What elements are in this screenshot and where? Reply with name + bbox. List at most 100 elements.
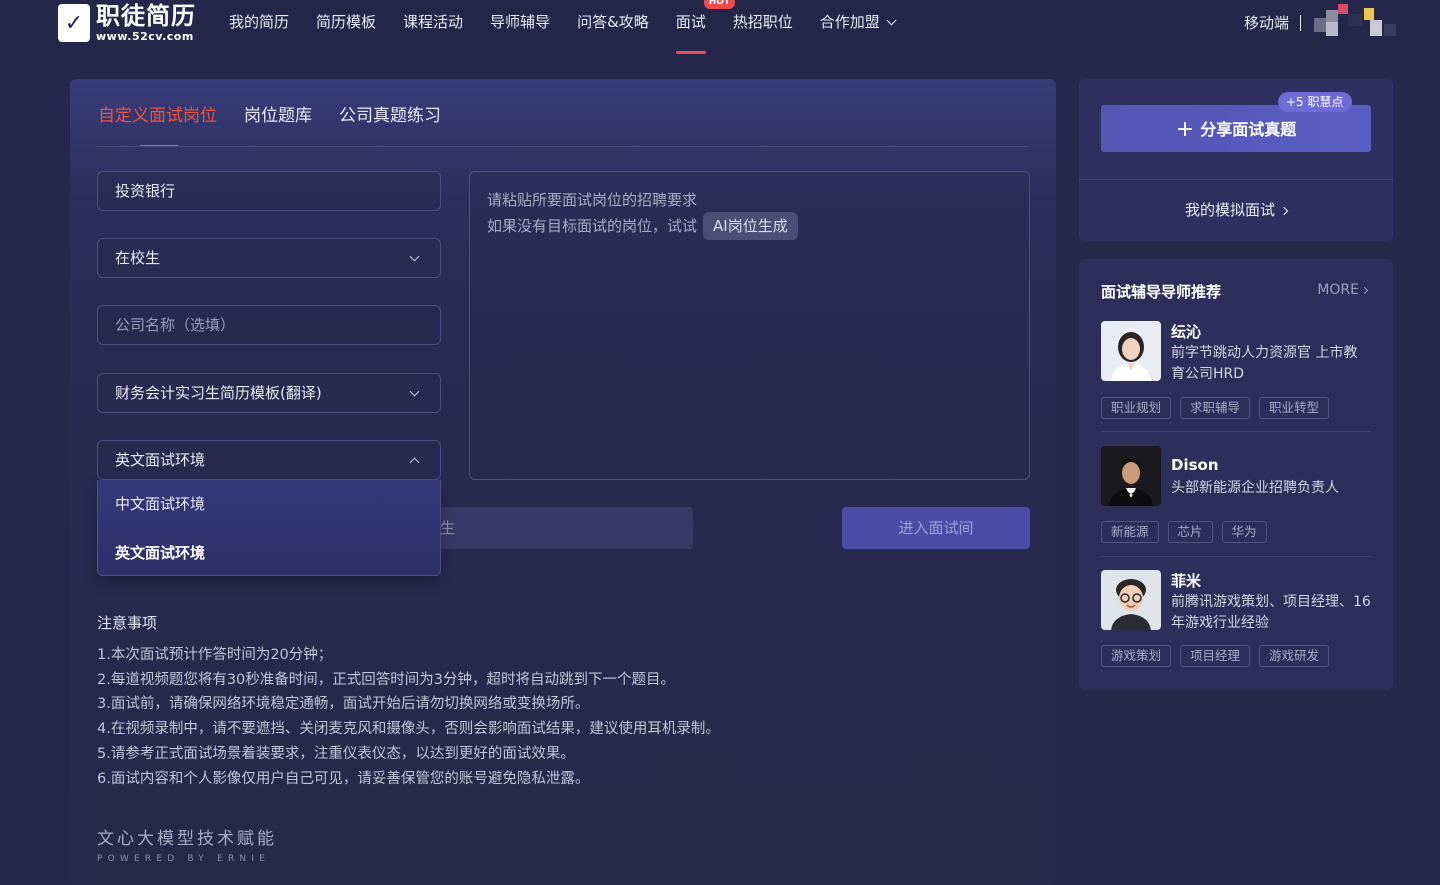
position-input[interactable]: 投资银行 xyxy=(97,171,441,211)
job-requirements-textarea[interactable]: 请粘贴所要面试岗位的招聘要求 如果没有目标面试的岗位，试试 AI岗位生成 xyxy=(469,171,1030,480)
mentor-tag: 游戏研发 xyxy=(1259,645,1330,667)
position-value: 投资银行 xyxy=(115,182,176,200)
share-button-label: 分享面试真题 xyxy=(1200,120,1297,139)
top-navigation-bar: ✓ 职徒简历 www.52cv.com 我的简历 简历模板 课程活动 导师辅导 … xyxy=(0,0,1440,56)
mentor-tags: 游戏策划 项目经理 游戏研发 xyxy=(1101,645,1338,667)
chevron-right-icon xyxy=(1279,206,1289,216)
mentor-avatar xyxy=(1101,321,1161,381)
identity-select[interactable]: 在校生 xyxy=(97,238,441,278)
mentor-recommendation-card: 面试辅导导师推荐 MORE 纭沁 前字节跳动人力资源官 上市教育公司HRD 职业… xyxy=(1079,259,1393,690)
points-badge: +5 职慧点 xyxy=(1278,92,1352,112)
mentor-tag: 项目经理 xyxy=(1180,645,1251,667)
more-label: MORE xyxy=(1317,282,1359,298)
mentor-tag: 芯片 xyxy=(1167,521,1213,543)
mobile-link[interactable]: 移动端 xyxy=(1244,12,1289,33)
powered-by-cn: 文心大模型技术赋能 xyxy=(97,829,277,849)
tab-bar: 自定义面试岗位 岗位题库 公司真题练习 xyxy=(98,101,468,147)
mentor-item[interactable]: 菲米 前腾讯游戏策划、项目经理、16年游戏行业经验 游戏策划 项目经理 游戏研发 xyxy=(1101,570,1371,670)
chevron-down-icon xyxy=(409,386,420,397)
more-mentors-link[interactable]: MORE xyxy=(1317,282,1369,298)
note-item: 5.请参考正式面试场景着装要求，注重仪表仪态，以达到更好的面试效果。 xyxy=(97,745,575,762)
note-item: 3.面试前，请确保网络环境稳定通畅，面试开始后请勿切换网络或变换场所。 xyxy=(97,696,590,713)
mentor-tag: 游戏策划 xyxy=(1101,645,1172,667)
mentor-avatar xyxy=(1101,446,1161,506)
logo-icon: ✓ xyxy=(58,4,90,42)
note-item: 6.面试内容和个人影像仅用户自己可见，请妥善保管您的账号避免隐私泄露。 xyxy=(97,770,590,787)
jd-placeholder-line2: 如果没有目标面试的岗位，试试 xyxy=(487,217,698,235)
mentor-item[interactable]: 纭沁 前字节跳动人力资源官 上市教育公司HRD 职业规划 求职辅导 职业转型 xyxy=(1101,321,1371,421)
nav-resume-templates[interactable]: 简历模板 xyxy=(316,0,376,44)
my-mock-interview-link[interactable]: 我的模拟面试 xyxy=(1079,199,1393,220)
share-divider xyxy=(1079,179,1393,180)
company-placeholder: 公司名称（选填） xyxy=(115,316,236,334)
mentor-desc: 前字节跳动人力资源官 上市教育公司HRD xyxy=(1171,345,1358,382)
nav-partnership[interactable]: 合作加盟 xyxy=(819,0,897,44)
nav-partnership-label: 合作加盟 xyxy=(819,13,880,31)
plus-icon: + xyxy=(1175,117,1195,142)
nav-interview-label: 面试 xyxy=(675,13,706,31)
mentor-tag: 华为 xyxy=(1221,521,1267,543)
tab-custom-position[interactable]: 自定义面试岗位 xyxy=(98,101,217,147)
resume-value: 财务会计实习生简历模板(翻译) xyxy=(115,384,322,402)
option-chinese-environment[interactable]: 中文面试环境 xyxy=(98,480,440,529)
chevron-down-icon xyxy=(886,15,897,26)
mentor-name: Dison xyxy=(1171,456,1219,474)
nav-divider xyxy=(1300,15,1301,31)
mock-link-label: 我的模拟面试 xyxy=(1184,201,1275,219)
tab-company-questions[interactable]: 公司真题练习 xyxy=(339,101,441,147)
mentor-desc: 头部新能源企业招聘负责人 xyxy=(1171,480,1339,496)
mentor-tag: 求职辅导 xyxy=(1180,397,1251,419)
share-interview-question-button[interactable]: + 分享面试真题 xyxy=(1101,105,1371,152)
note-item: 2.每道视频题您将有30秒准备时间，正式回答时间为3分钟，超时将自动跳到下一个题… xyxy=(97,671,676,688)
nav-hot-jobs[interactable]: 热招职位 xyxy=(733,0,793,44)
mentor-tag: 职业规划 xyxy=(1101,397,1172,419)
user-avatar[interactable] xyxy=(1314,4,1404,36)
jd-placeholder-line1: 请粘贴所要面试岗位的招聘要求 xyxy=(487,191,698,209)
mentor-item[interactable]: Dison 头部新能源企业招聘负责人 新能源 芯片 华为 xyxy=(1101,446,1371,546)
note-item: 4.在视频录制中，请不要遮挡、关闭麦克风和摄像头，否则会影响面试结果，建议使用耳… xyxy=(97,721,720,738)
notes-section: 注意事项 1.本次面试预计作答时间为20分钟； 2.每道视频题您将有30秒准备时… xyxy=(97,612,720,791)
main-nav: 我的简历 简历模板 课程活动 导师辅导 问答&攻略 面试 HOT 热招职位 合作… xyxy=(229,0,922,56)
option-english-environment[interactable]: 英文面试环境 xyxy=(98,529,440,578)
tab-divider xyxy=(97,146,1028,147)
environment-value: 英文面试环境 xyxy=(115,451,206,469)
enter-interview-button[interactable]: 进入面试间 xyxy=(842,507,1030,549)
chevron-up-icon xyxy=(409,457,420,468)
mentor-name: 菲米 xyxy=(1171,572,1202,590)
resume-select[interactable]: 财务会计实习生简历模板(翻译) xyxy=(97,373,441,413)
powered-by-badge: 文心大模型技术赋能 POWERED BY ERNIE xyxy=(97,824,277,864)
identity-value: 在校生 xyxy=(115,249,161,267)
mentor-tags: 职业规划 求职辅导 职业转型 xyxy=(1101,397,1338,419)
powered-by-en: POWERED BY ERNIE xyxy=(97,854,271,864)
share-card: + 分享面试真题 +5 职慧点 我的模拟面试 xyxy=(1079,79,1393,241)
nav-mentoring[interactable]: 导师辅导 xyxy=(490,0,550,44)
tab-question-bank[interactable]: 岗位题库 xyxy=(244,101,312,147)
nav-courses[interactable]: 课程活动 xyxy=(403,0,463,44)
mentor-name: 纭沁 xyxy=(1171,323,1202,341)
note-item: 1.本次面试预计作答时间为20分钟； xyxy=(97,647,333,663)
hot-badge: HOT xyxy=(703,0,736,9)
chevron-right-icon xyxy=(1360,286,1369,295)
logo-name: 职徒简历 xyxy=(96,2,196,30)
mentor-avatar xyxy=(1101,570,1161,630)
mentor-desc: 前腾讯游戏策划、项目经理、16年游戏行业经验 xyxy=(1171,594,1371,631)
mentor-tag: 职业转型 xyxy=(1259,397,1330,419)
obscured-field-text: 生 xyxy=(440,519,456,537)
mentor-tag: 新能源 xyxy=(1101,521,1159,543)
mentor-divider xyxy=(1101,431,1371,432)
interview-setup-panel: 自定义面试岗位 岗位题库 公司真题练习 投资银行 在校生 公司名称（选填） 财务… xyxy=(70,79,1056,885)
mentor-tags: 新能源 芯片 华为 xyxy=(1101,521,1276,543)
logo-url: www.52cv.com xyxy=(96,30,194,43)
site-logo[interactable]: ✓ 职徒简历 www.52cv.com xyxy=(58,3,196,43)
nav-qa[interactable]: 问答&攻略 xyxy=(577,0,649,44)
company-name-input[interactable]: 公司名称（选填） xyxy=(97,305,441,345)
mentor-section-title: 面试辅导导师推荐 xyxy=(1101,283,1222,301)
nav-my-resume[interactable]: 我的简历 xyxy=(229,0,289,44)
environment-select[interactable]: 英文面试环境 xyxy=(97,440,441,480)
environment-dropdown-menu: 中文面试环境 英文面试环境 xyxy=(97,480,441,576)
ai-position-generate-button[interactable]: AI岗位生成 xyxy=(703,212,798,240)
mentor-divider xyxy=(1101,556,1371,557)
notes-title: 注意事项 xyxy=(97,614,158,632)
chevron-down-icon xyxy=(409,251,420,262)
nav-interview[interactable]: 面试 HOT xyxy=(675,0,736,54)
